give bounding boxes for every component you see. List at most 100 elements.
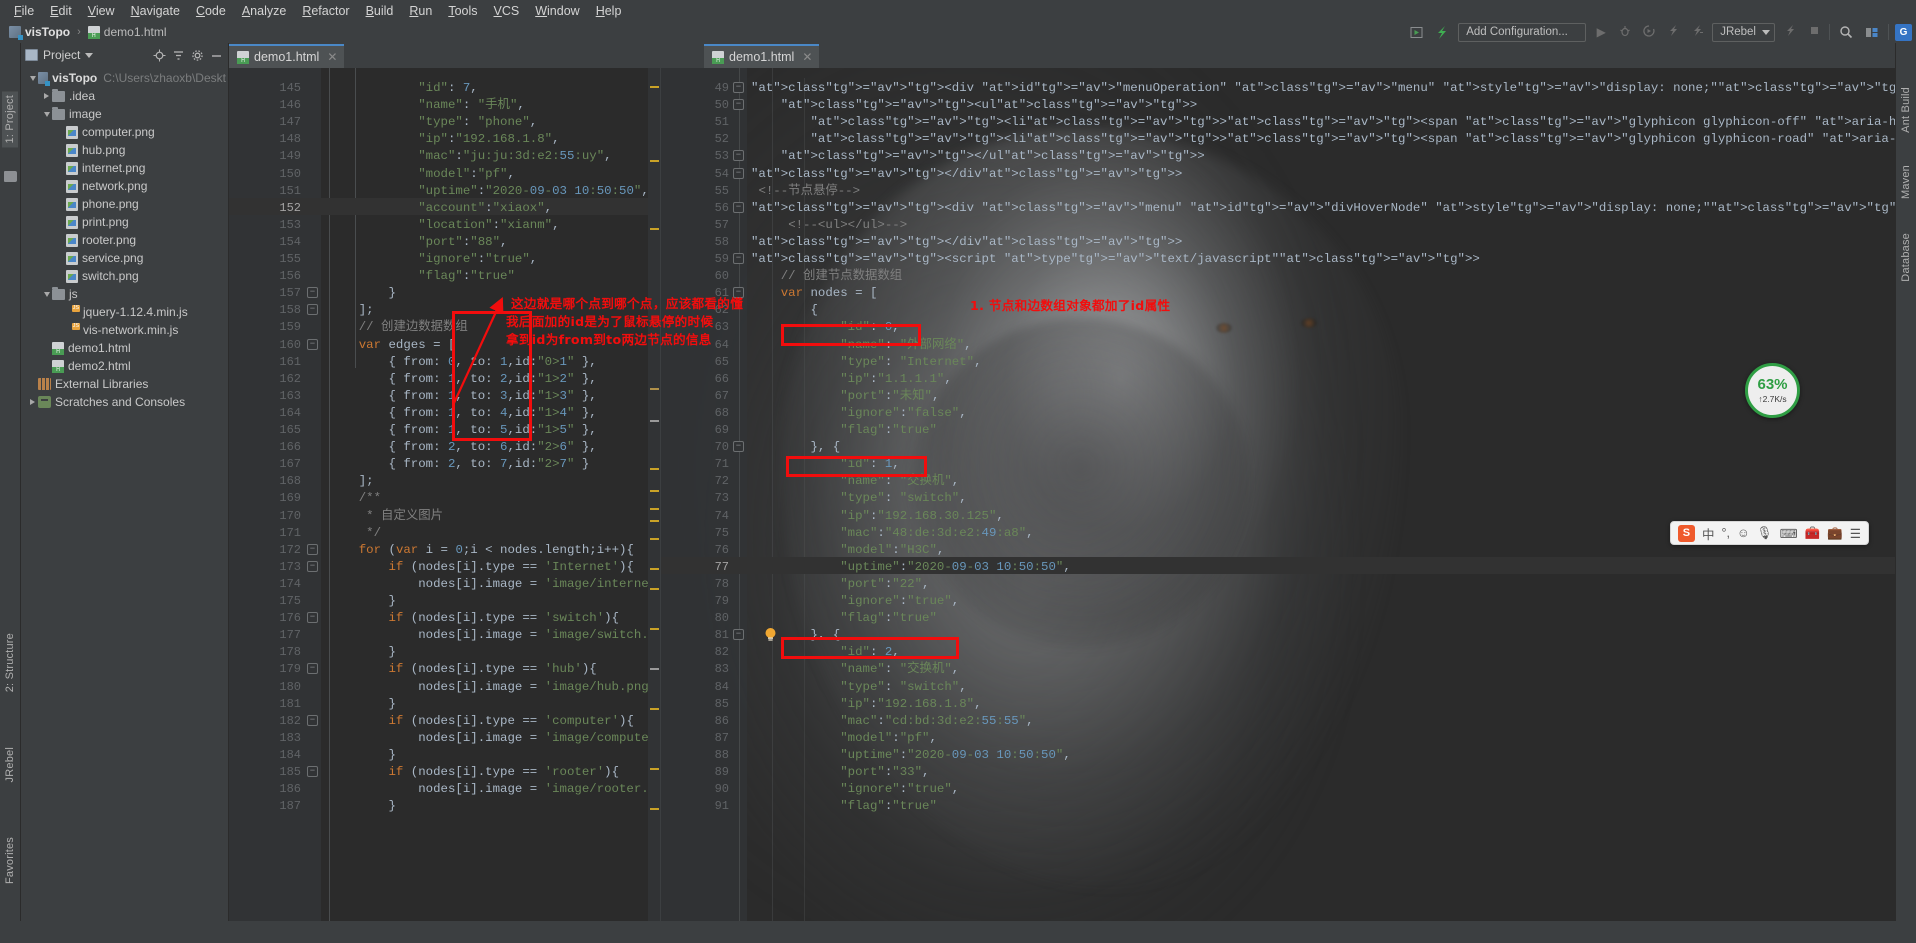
close-icon[interactable]: ✕ <box>327 50 337 64</box>
emoji-icon[interactable]: ☺ <box>1737 526 1750 540</box>
menu-item-run[interactable]: Run <box>401 2 440 20</box>
briefcase-icon[interactable]: 💼 <box>1827 526 1843 541</box>
code-fold-toggle[interactable] <box>307 543 318 555</box>
tree-item-js[interactable]: js <box>21 285 228 303</box>
tool-window-project[interactable]: 1: Project <box>2 91 18 148</box>
intention-bulb-icon[interactable] <box>764 627 777 642</box>
code-fold-toggle[interactable] <box>307 287 318 299</box>
overview-marker[interactable] <box>650 668 659 670</box>
code-fold-toggle[interactable] <box>307 612 318 624</box>
tree-item-computer-png[interactable]: computer.png <box>21 123 228 141</box>
tree-item-demo1-html[interactable]: demo1.html <box>21 339 228 357</box>
overview-marker[interactable] <box>650 228 659 230</box>
overview-marker[interactable] <box>650 708 659 710</box>
menu-item-vcs[interactable]: VCS <box>486 2 528 20</box>
overview-marker[interactable] <box>650 628 659 630</box>
menu-item-edit[interactable]: Edit <box>42 2 80 20</box>
tree-item-rooter-png[interactable]: rooter.png <box>21 231 228 249</box>
locate-icon[interactable] <box>152 48 167 63</box>
menu-item-navigate[interactable]: Navigate <box>123 2 188 20</box>
code-fold-toggle[interactable] <box>307 714 318 726</box>
tree-item-switch-png[interactable]: switch.png <box>21 267 228 285</box>
code-fold-toggle[interactable] <box>733 253 744 264</box>
overview-marker[interactable] <box>650 86 659 88</box>
tree-item--idea[interactable]: .idea <box>21 87 228 105</box>
menu-item-build[interactable]: Build <box>358 2 402 20</box>
tree-item-vis-network-min-js[interactable]: vis-network.min.js <box>21 321 228 339</box>
code-fold-toggle[interactable] <box>733 441 744 453</box>
menu-item-tools[interactable]: Tools <box>440 2 485 20</box>
g-plugin-icon[interactable] <box>1895 23 1912 41</box>
ime-mode-label[interactable]: 中 <box>1702 524 1715 543</box>
menu-item-view[interactable]: View <box>80 2 123 20</box>
back-icon[interactable] <box>1781 24 1799 40</box>
tree-item-network-png[interactable]: network.png <box>21 177 228 195</box>
code-fold-toggle[interactable] <box>733 99 744 111</box>
collapse-all-icon[interactable] <box>171 48 186 63</box>
code-fold-toggle[interactable] <box>733 629 744 641</box>
tree-item-print-png[interactable]: print.png <box>21 213 228 231</box>
overview-marker[interactable] <box>650 388 659 390</box>
code-fold-toggle[interactable] <box>733 167 744 179</box>
tab-demo1-html-left[interactable]: demo1.html ✕ <box>229 44 345 68</box>
code-fold-toggle[interactable] <box>733 201 744 213</box>
tree-item-phone-png[interactable]: phone.png <box>21 195 228 213</box>
breadcrumb-project[interactable]: visTopo <box>6 24 73 40</box>
tree-item-external-libraries[interactable]: External Libraries <box>21 375 228 393</box>
overview-marker[interactable] <box>650 468 659 470</box>
collapse-arrow-icon[interactable] <box>41 291 52 297</box>
project-title[interactable]: Project <box>25 48 148 62</box>
overview-marker[interactable] <box>650 508 659 510</box>
layout-icon[interactable] <box>1862 23 1882 41</box>
tree-item-jquery-1-12-4-min-js[interactable]: jquery-1.12.4.min.js <box>21 303 228 321</box>
code-fold-toggle[interactable] <box>733 150 744 162</box>
overview-marker[interactable] <box>650 568 659 570</box>
half-width-icon[interactable]: °, <box>1721 526 1729 540</box>
code-fold-toggle[interactable] <box>307 560 318 572</box>
code-fold-toggle[interactable] <box>307 766 318 777</box>
overview-marker[interactable] <box>650 808 659 810</box>
collapse-arrow-icon[interactable] <box>27 75 38 81</box>
settings-gear-icon[interactable] <box>190 48 205 63</box>
close-icon[interactable]: ✕ <box>802 50 812 64</box>
tree-item-service-png[interactable]: service.png <box>21 249 228 267</box>
toolbox-icon[interactable]: 🧰 <box>1805 526 1821 541</box>
overview-marker[interactable] <box>650 588 659 590</box>
tool-window-structure[interactable]: 2: Structure <box>2 629 18 696</box>
sogou-logo-icon[interactable]: S <box>1677 524 1695 542</box>
tool-window-favorites[interactable]: Favorites <box>2 833 18 888</box>
debug-icon[interactable] <box>1616 25 1634 40</box>
chevron-down-icon[interactable] <box>85 52 94 58</box>
jrebel-run-icon[interactable] <box>1432 23 1452 41</box>
jrebel-selector[interactable]: JRebel <box>1712 22 1775 42</box>
code-fold-toggle[interactable] <box>733 287 744 299</box>
tree-item-vistopo[interactable]: visTopo C:\Users\zhaoxb\Desktop\v <box>21 69 228 87</box>
tool-window-maven[interactable]: Maven <box>1898 161 1914 203</box>
overview-marker[interactable] <box>650 538 659 540</box>
code-fold-toggle[interactable] <box>733 82 744 93</box>
ime-toolbar[interactable]: S 中 °, ☺ 🎙 ⌨ 🧰 💼 ☰ <box>1669 521 1869 545</box>
project-structure-icon[interactable] <box>1406 23 1426 41</box>
overview-marker[interactable] <box>650 490 659 492</box>
expand-arrow-icon[interactable] <box>41 93 52 99</box>
code-fold-toggle[interactable] <box>307 304 318 316</box>
run-icon[interactable]: ▶ <box>1592 25 1610 39</box>
menu-item-file[interactable]: File <box>6 2 42 20</box>
overview-marker[interactable] <box>650 768 659 770</box>
menu-item-window[interactable]: Window <box>527 2 587 20</box>
overview-marker[interactable] <box>650 160 659 162</box>
code-fold-toggle[interactable] <box>307 663 318 675</box>
network-speed-widget[interactable]: 63% ↑2.7K/s <box>1745 363 1800 418</box>
expand-arrow-icon[interactable] <box>27 399 38 405</box>
tool-window-jrebel[interactable]: JRebel <box>2 743 18 786</box>
profile-icon[interactable] <box>1664 24 1682 40</box>
tool-window-database[interactable]: Database <box>1898 229 1914 286</box>
run-coverage-icon[interactable] <box>1640 24 1658 40</box>
search-everywhere-icon[interactable] <box>1836 23 1856 41</box>
tab-demo1-html-right[interactable]: demo1.html ✕ <box>704 44 820 68</box>
menu-item-code[interactable]: Code <box>188 2 234 20</box>
tree-item-image[interactable]: image <box>21 105 228 123</box>
collapse-arrow-icon[interactable] <box>41 111 52 117</box>
tree-item-hub-png[interactable]: hub.png <box>21 141 228 159</box>
menu-item-analyze[interactable]: Analyze <box>234 2 294 20</box>
